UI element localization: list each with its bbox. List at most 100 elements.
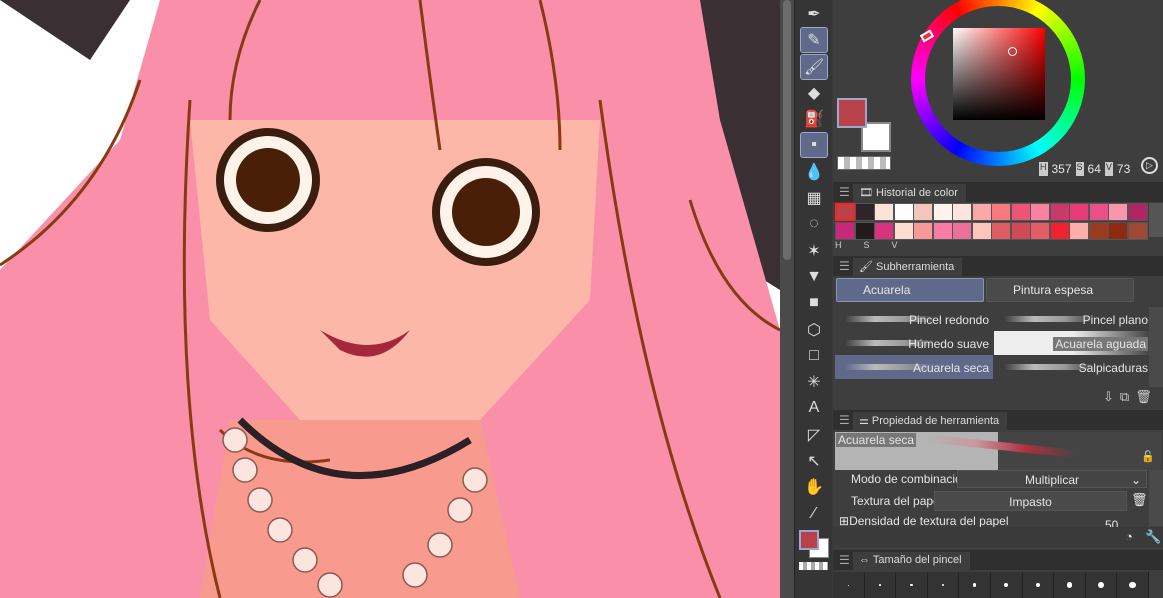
decoration-icon[interactable]: ▪ — [800, 132, 828, 159]
history-swatch[interactable] — [932, 203, 953, 221]
history-swatch[interactable] — [1069, 203, 1089, 221]
history-swatch[interactable] — [913, 203, 933, 221]
wrench-icon[interactable]: 🔧 — [1145, 529, 1161, 545]
delete-icon[interactable]: 🗑 — [1135, 389, 1152, 405]
import-icon[interactable]: ⇩ — [1103, 389, 1114, 405]
brush-pincel-plano[interactable]: Pincel plano — [994, 307, 1152, 331]
brush-size-cell[interactable] — [1022, 572, 1055, 598]
eyedropper-icon[interactable]: ⁄ — [801, 502, 827, 526]
history-swatch[interactable] — [991, 203, 1011, 221]
history-swatch[interactable] — [991, 222, 1011, 240]
brush-pincel-redondo[interactable]: Pincel redondo — [835, 307, 993, 331]
blend-mode-select[interactable]: Multiplicar ⌄ — [957, 470, 1147, 488]
history-swatch[interactable] — [874, 222, 894, 240]
history-swatch[interactable] — [893, 203, 914, 221]
toolbar-color-swatches[interactable] — [795, 528, 832, 562]
3d-icon[interactable]: ⬡ — [801, 318, 827, 342]
history-scroll[interactable] — [1149, 203, 1163, 237]
text-icon[interactable]: A — [801, 396, 827, 420]
rays-icon[interactable]: ✳ — [801, 370, 827, 394]
pen-icon[interactable]: ✒ — [801, 2, 827, 26]
brush-acuarela-seca[interactable]: Acuarela seca — [835, 355, 993, 379]
copy-icon[interactable]: ⧉ — [1120, 389, 1129, 405]
sv-cursor[interactable] — [1008, 47, 1017, 56]
group-acuarela[interactable]: Acuarela — [836, 278, 984, 302]
scrollbar-thumb[interactable] — [783, 0, 791, 260]
brush-size-cell[interactable] — [1054, 572, 1086, 598]
brush-humedo-suave[interactable]: Húmedo suave — [835, 331, 993, 355]
history-swatch[interactable] — [971, 222, 992, 240]
brush-acuarela-aguada[interactable]: Acuarela aguada — [994, 331, 1152, 355]
history-swatch[interactable] — [952, 203, 972, 221]
history-swatch[interactable] — [893, 222, 914, 240]
history-swatch[interactable] — [854, 222, 875, 240]
history-swatch[interactable] — [932, 222, 953, 240]
history-swatch[interactable] — [1127, 222, 1148, 240]
history-swatch[interactable] — [1030, 222, 1050, 240]
menu-icon[interactable]: ☰ — [839, 413, 850, 427]
brush-size-cell[interactable] — [864, 572, 897, 598]
main-color-swatch[interactable] — [837, 98, 867, 128]
history-swatch[interactable] — [1088, 203, 1109, 221]
eraser-icon[interactable]: ◆ — [801, 81, 827, 105]
brush-icon[interactable]: 🖌 — [800, 53, 828, 80]
transparent-color-icon[interactable] — [799, 561, 828, 570]
brush-size-cell[interactable] — [959, 572, 991, 598]
tab-subtool[interactable]: 🖌 Subherramienta — [853, 258, 963, 276]
expand-icon[interactable]: ⊞ — [839, 514, 849, 528]
saturation-value-square[interactable] — [953, 28, 1045, 120]
brush-size-cell[interactable] — [833, 572, 865, 598]
drawing-canvas[interactable] — [0, 0, 780, 598]
pencil-icon[interactable]: ✎ — [800, 27, 828, 54]
history-swatch[interactable] — [1030, 203, 1050, 221]
hand-icon[interactable]: ✋ — [801, 475, 827, 499]
history-swatch[interactable] — [874, 203, 894, 221]
history-swatch[interactable] — [1069, 222, 1089, 240]
brush-size-cell[interactable] — [896, 572, 928, 598]
history-swatch[interactable] — [1108, 203, 1128, 221]
brush-size-cell[interactable] — [1085, 572, 1118, 598]
history-swatch[interactable] — [971, 203, 992, 221]
balloon-icon[interactable]: ◸ — [801, 423, 827, 447]
history-swatch[interactable] — [854, 203, 875, 221]
texture-select[interactable]: Impasto — [934, 491, 1127, 511]
history-swatch[interactable] — [1088, 222, 1109, 240]
play-icon[interactable]: ▷ — [1141, 157, 1158, 174]
toolprop-scrollbar[interactable] — [1149, 470, 1163, 526]
menu-icon[interactable]: ☰ — [839, 553, 850, 567]
grid-icon[interactable]: ▦ — [801, 186, 827, 210]
brush-size-cell[interactable] — [990, 572, 1023, 598]
magic-wand-icon[interactable]: ✶ — [801, 239, 827, 263]
tab-brush-size[interactable]: ⇔ Tamaño del pincel — [853, 552, 970, 570]
rectangle-icon[interactable]: □ — [801, 344, 827, 368]
fill-icon[interactable]: ▼ — [801, 265, 827, 289]
transparent-swatch[interactable] — [837, 156, 891, 170]
history-swatch[interactable] — [1010, 203, 1031, 221]
tab-color-history[interactable]: 🎞 Historial de color — [853, 184, 966, 202]
group-pintura-espesa[interactable]: Pintura espesa — [986, 278, 1134, 302]
trash-icon[interactable]: 🗑 — [1131, 492, 1148, 508]
lock-icon[interactable]: 🔓 — [1141, 450, 1155, 463]
history-swatch[interactable] — [835, 203, 855, 221]
history-swatch[interactable] — [835, 222, 855, 240]
tab-tool-property[interactable]: ⚌ Propiedad de herramienta — [853, 412, 1008, 430]
menu-icon[interactable]: ☰ — [839, 185, 850, 199]
brush-size-cell[interactable] — [1117, 572, 1149, 598]
history-swatch[interactable] — [913, 222, 933, 240]
history-swatch[interactable] — [1108, 222, 1128, 240]
subtool-scrollbar[interactable] — [1149, 307, 1163, 387]
history-swatch[interactable] — [1010, 222, 1031, 240]
menu-icon[interactable]: ☰ — [839, 259, 850, 273]
airbrush-icon[interactable]: ⛽ — [801, 107, 827, 131]
blend-icon[interactable]: 💧 — [801, 160, 827, 184]
history-swatch[interactable] — [1127, 203, 1148, 221]
history-swatch[interactable] — [952, 222, 972, 240]
brush-size-cell[interactable] — [927, 572, 960, 598]
history-swatch[interactable] — [1049, 203, 1070, 221]
lasso-icon[interactable]: ◌ — [801, 212, 827, 236]
reset-icon[interactable]: ◔ — [1125, 529, 1133, 544]
object-select-icon[interactable]: ↖ — [801, 449, 827, 473]
gradient-icon[interactable]: ■ — [801, 291, 827, 315]
history-swatch[interactable] — [1049, 222, 1070, 240]
brush-salpicaduras[interactable]: Salpicaduras — [994, 355, 1152, 379]
